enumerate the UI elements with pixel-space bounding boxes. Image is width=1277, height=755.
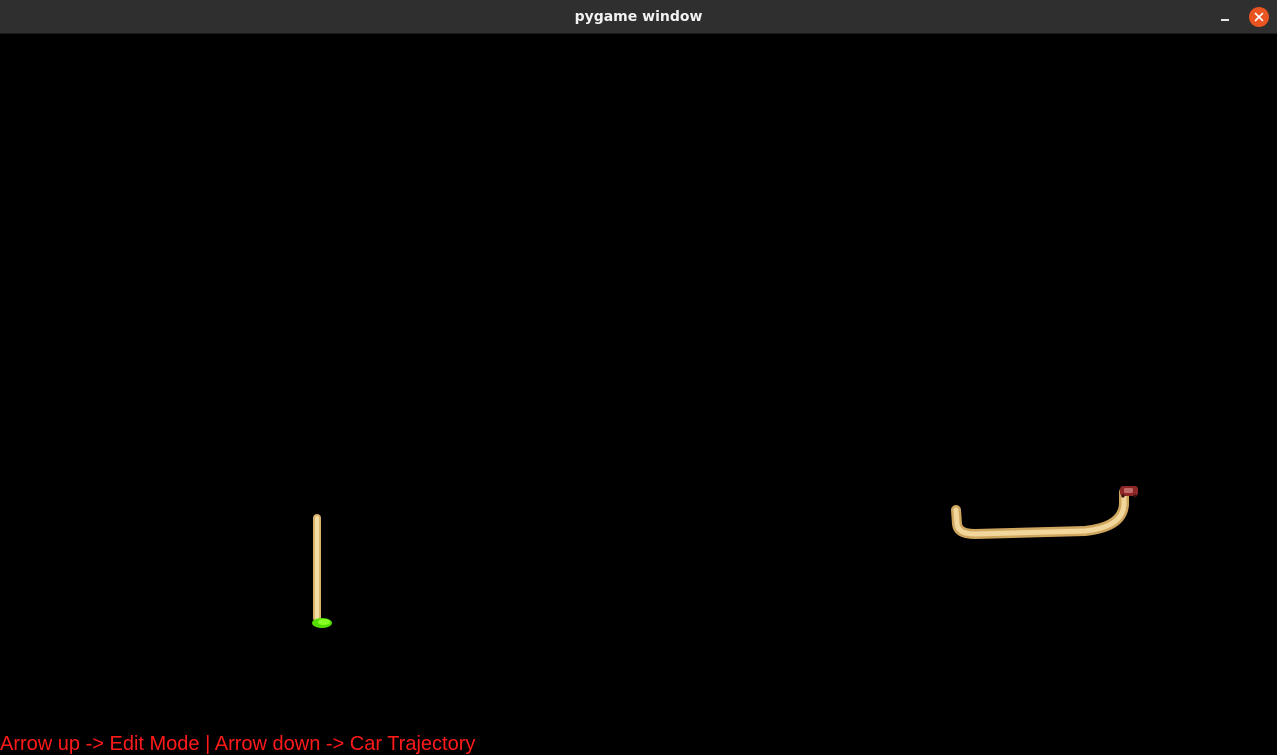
- minimize-button[interactable]: [1214, 7, 1236, 27]
- right-trajectory: [951, 487, 1129, 539]
- start-marker: [312, 618, 332, 628]
- instructions-text: Arrow up -> Edit Mode | Arrow down -> Ca…: [0, 733, 476, 755]
- car-sprite: [1120, 486, 1138, 498]
- minimize-icon: [1221, 19, 1229, 21]
- window-title: pygame window: [574, 9, 703, 25]
- close-button[interactable]: [1249, 7, 1269, 27]
- track-scene: [312, 486, 1138, 628]
- pygame-window: pygame window Arrow up -> Edit Mode | Ar…: [0, 0, 1277, 755]
- close-icon: [1254, 12, 1264, 22]
- game-canvas[interactable]: Arrow up -> Edit Mode | Arrow down -> Ca…: [0, 34, 1277, 755]
- title-bar[interactable]: pygame window: [0, 0, 1277, 34]
